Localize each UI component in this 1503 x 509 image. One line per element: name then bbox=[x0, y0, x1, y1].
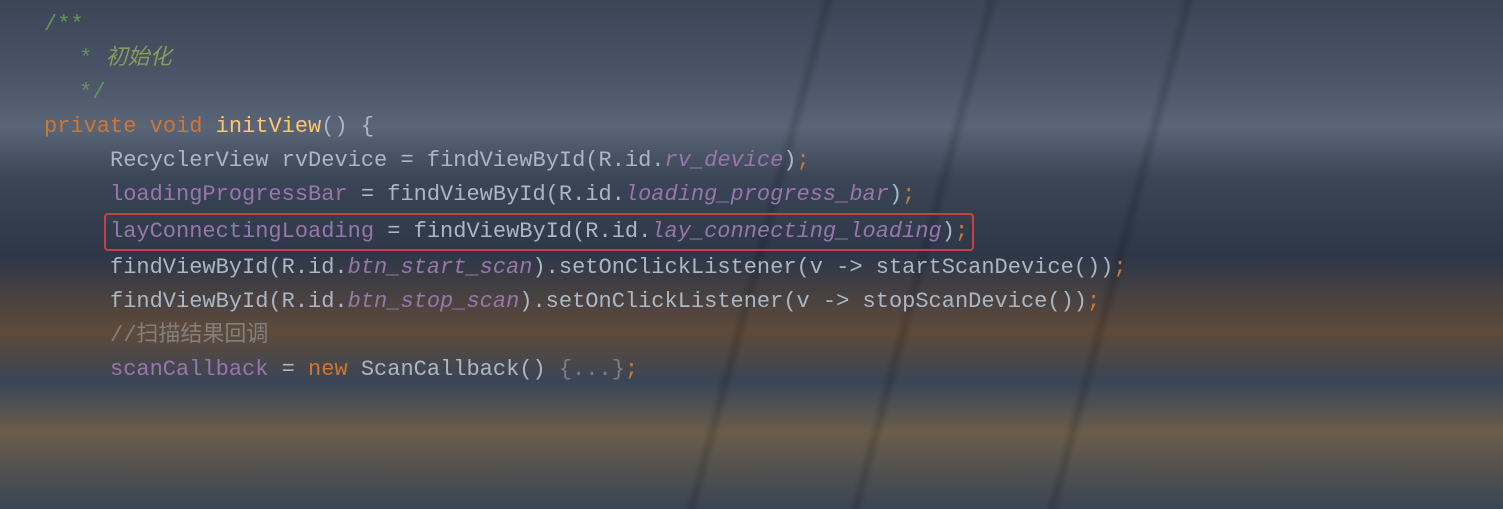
code-line[interactable]: loadingProgressBar = findViewById(R.id.l… bbox=[44, 178, 1503, 212]
resource-id: btn_stop_scan bbox=[348, 289, 520, 314]
chained-call: ).setOnClickListener(v -> stopScanDevice… bbox=[519, 289, 1087, 314]
resource-id: loading_progress_bar bbox=[625, 182, 889, 207]
field-ref: layConnectingLoading bbox=[110, 219, 374, 244]
code-editor[interactable]: /** * 初始化 */ private void initView() { R… bbox=[0, 0, 1503, 387]
method-call: findViewById(R.id. bbox=[414, 219, 652, 244]
javadoc-star: * bbox=[66, 46, 92, 71]
semicolon: ; bbox=[955, 219, 968, 244]
javadoc-open: /** bbox=[44, 12, 84, 37]
keyword-private: private bbox=[44, 114, 136, 139]
folded-block[interactable]: {...} bbox=[559, 357, 625, 382]
code-line[interactable]: */ bbox=[44, 76, 1503, 110]
method-signature-tail: () { bbox=[321, 114, 374, 139]
code-line-highlighted[interactable]: layConnectingLoading = findViewById(R.id… bbox=[44, 213, 1503, 251]
method-call: findViewById(R.id. bbox=[110, 255, 348, 280]
method-call: findViewById(R.id. bbox=[387, 182, 625, 207]
close-paren: ) bbox=[889, 182, 902, 207]
resource-id: btn_start_scan bbox=[348, 255, 533, 280]
semicolon: ; bbox=[797, 148, 810, 173]
semicolon: ; bbox=[625, 357, 638, 382]
field-ref: scanCallback bbox=[110, 357, 268, 382]
keyword-void: void bbox=[150, 114, 203, 139]
code-line[interactable]: scanCallback = new ScanCallback() {...}; bbox=[44, 353, 1503, 387]
code-line[interactable]: private void initView() { bbox=[44, 110, 1503, 144]
method-call: findViewById(R.id. bbox=[110, 289, 348, 314]
semicolon: ; bbox=[1113, 255, 1126, 280]
javadoc-close: */ bbox=[66, 80, 106, 105]
field-ref: loadingProgressBar bbox=[110, 182, 348, 207]
type-name: RecyclerView bbox=[110, 148, 282, 173]
assign-op: = bbox=[374, 219, 414, 244]
code-line[interactable]: //扫描结果回调 bbox=[44, 319, 1503, 353]
method-name: initView bbox=[216, 114, 322, 139]
close-paren: ) bbox=[783, 148, 796, 173]
highlight-rectangle: layConnectingLoading = findViewById(R.id… bbox=[104, 213, 974, 251]
code-line[interactable]: * 初始化 bbox=[44, 42, 1503, 76]
semicolon: ; bbox=[902, 182, 915, 207]
semicolon: ; bbox=[1087, 289, 1100, 314]
chained-call: ).setOnClickListener(v -> startScanDevic… bbox=[532, 255, 1113, 280]
method-call: findViewById(R.id. bbox=[427, 148, 665, 173]
line-comment: //扫描结果回调 bbox=[110, 323, 268, 348]
constructor-call: ScanCallback() bbox=[348, 357, 559, 382]
assign-op: = bbox=[348, 182, 388, 207]
code-line[interactable]: RecyclerView rvDevice = findViewById(R.i… bbox=[44, 144, 1503, 178]
resource-id: rv_device bbox=[665, 148, 784, 173]
keyword-new: new bbox=[308, 357, 348, 382]
resource-id: lay_connecting_loading bbox=[651, 219, 941, 244]
code-line[interactable]: /** bbox=[44, 8, 1503, 42]
local-var: rvDevice bbox=[282, 148, 388, 173]
code-line[interactable]: findViewById(R.id.btn_stop_scan).setOnCl… bbox=[44, 285, 1503, 319]
close-paren: ) bbox=[942, 219, 955, 244]
javadoc-text: 初始化 bbox=[92, 46, 171, 71]
code-line[interactable]: findViewById(R.id.btn_start_scan).setOnC… bbox=[44, 251, 1503, 285]
assign-op: = bbox=[387, 148, 427, 173]
assign-op: = bbox=[268, 357, 308, 382]
